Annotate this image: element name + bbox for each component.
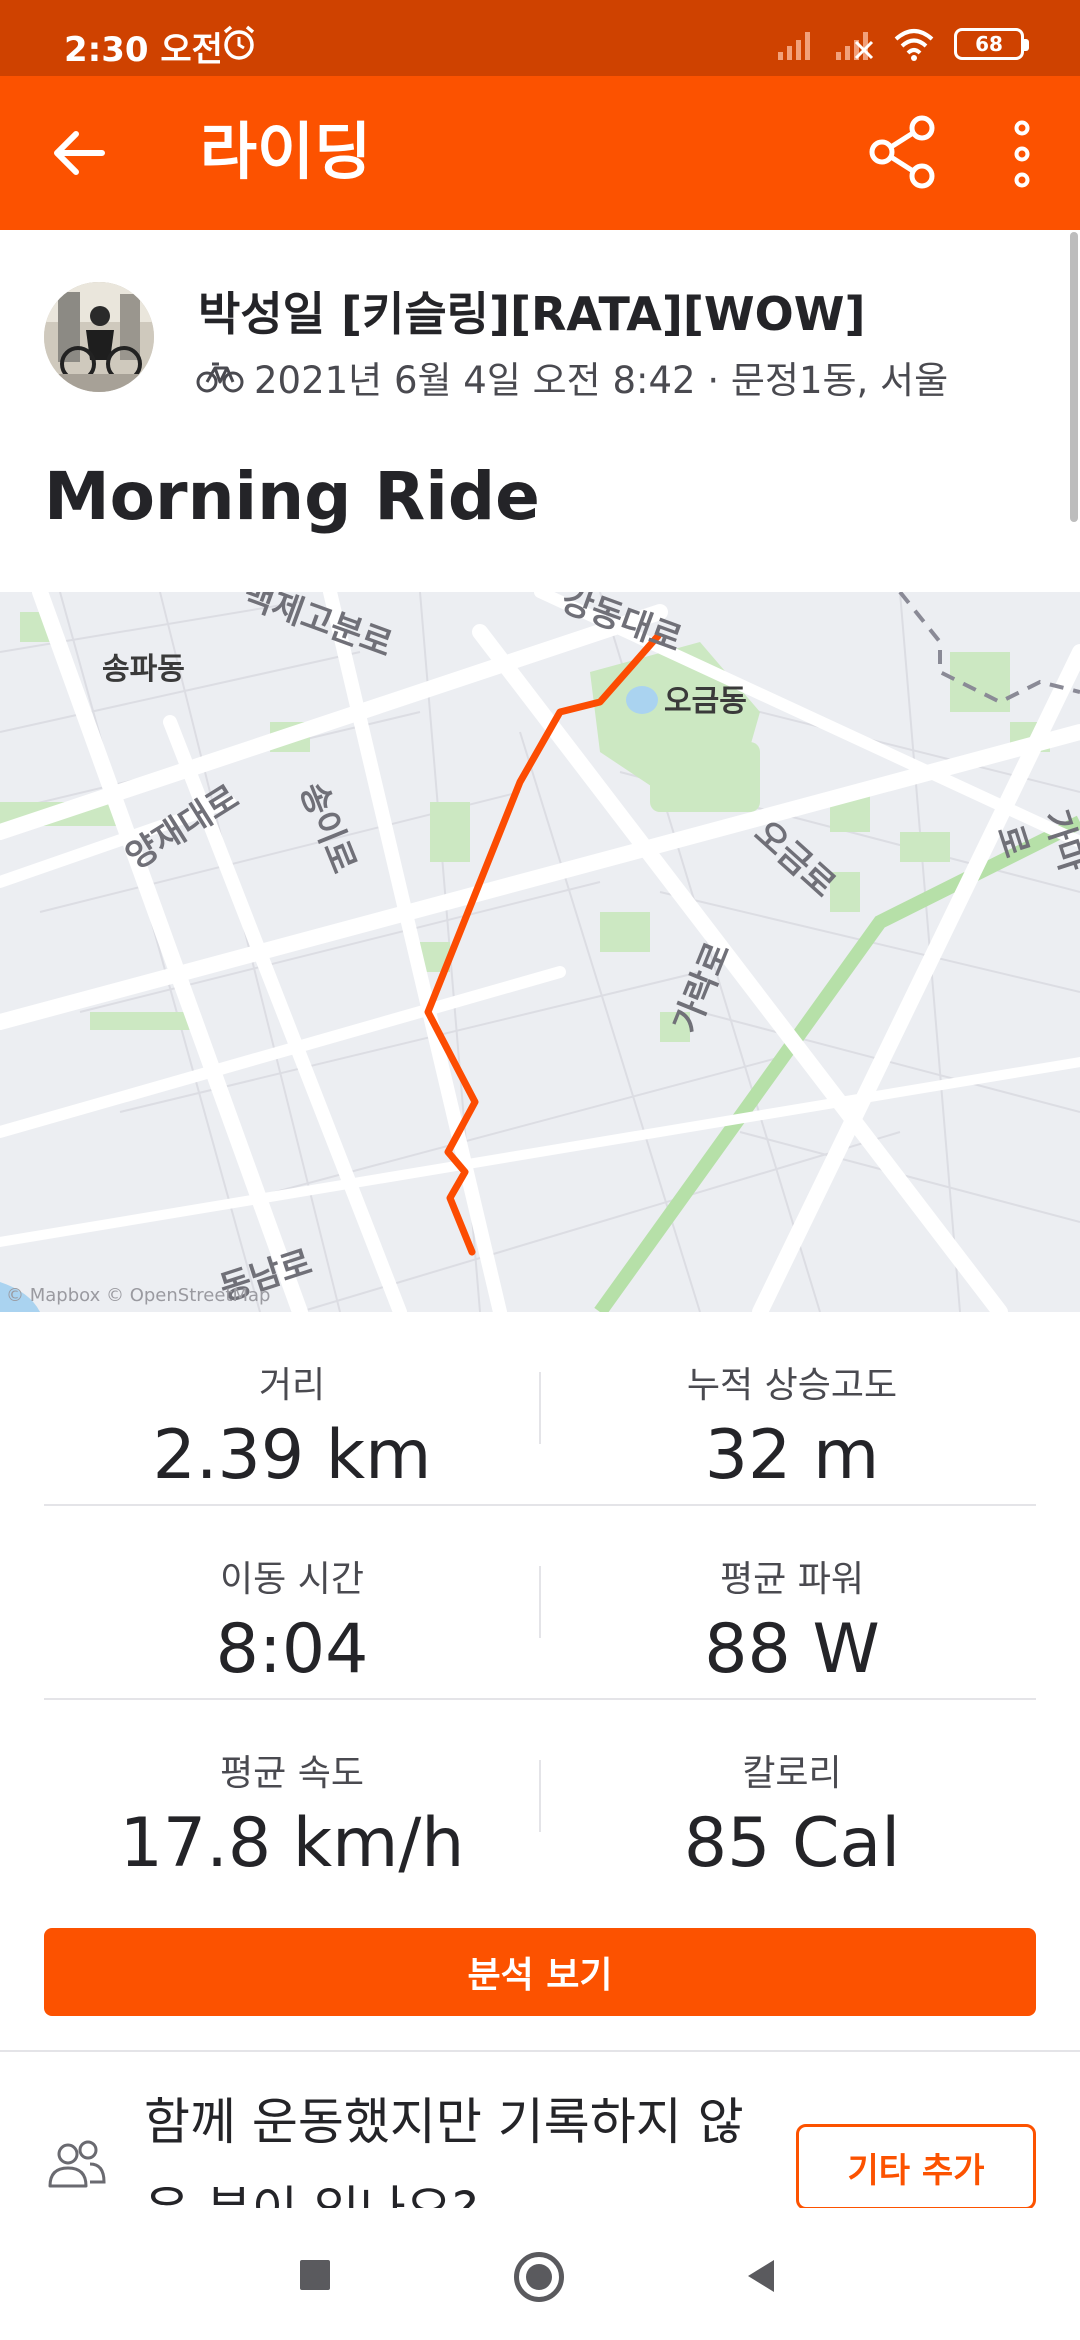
avatar-photo bbox=[44, 282, 154, 392]
add-others-button[interactable]: 기타 추가 bbox=[796, 2124, 1036, 2210]
map-canvas bbox=[0, 592, 1080, 1312]
wifi-icon bbox=[894, 29, 934, 61]
stat-value: 8:04 bbox=[215, 1610, 369, 1689]
share-icon[interactable] bbox=[866, 114, 942, 190]
nav-back-icon[interactable] bbox=[744, 2258, 778, 2294]
stat-divider bbox=[539, 1760, 541, 1832]
app-bar: 라이딩 bbox=[0, 76, 1080, 230]
status-icons: 68 bbox=[776, 26, 1029, 62]
battery-icon: 68 bbox=[954, 28, 1029, 60]
stat-label: 평균 파워 bbox=[720, 1559, 864, 1600]
people-icon bbox=[48, 2140, 106, 2188]
stat-label: 이동 시간 bbox=[220, 1559, 364, 1600]
stat-avg-power: 평균 파워 88 W bbox=[544, 1506, 1040, 1689]
scroll-indicator bbox=[1070, 232, 1078, 522]
signal-off-icon bbox=[836, 32, 874, 60]
signal-icon bbox=[778, 32, 810, 60]
back-arrow-icon[interactable] bbox=[46, 120, 112, 186]
stat-divider bbox=[539, 1566, 541, 1638]
status-bar: 2:30 오전 68 bbox=[0, 0, 1080, 76]
alarm-icon bbox=[223, 25, 255, 60]
battery-level: 68 bbox=[975, 32, 1003, 56]
stat-value: 17.8 km/h bbox=[119, 1804, 465, 1883]
stat-avg-speed: 평균 속도 17.8 km/h bbox=[44, 1700, 540, 1883]
stat-row: 평균 속도 17.8 km/h 칼로리 85 Cal bbox=[44, 1700, 1036, 1894]
stat-distance: 거리 2.39 km bbox=[44, 1312, 540, 1495]
map-label-songpa-dong: 송파동 bbox=[102, 652, 185, 687]
more-vert-icon[interactable] bbox=[1000, 116, 1044, 192]
home-icon[interactable] bbox=[514, 2252, 564, 2302]
stat-moving-time: 이동 시간 8:04 bbox=[44, 1506, 540, 1689]
stat-label: 평균 속도 bbox=[220, 1753, 364, 1794]
system-nav-bar bbox=[0, 2208, 1080, 2340]
stat-row: 이동 시간 8:04 평균 파워 88 W bbox=[44, 1506, 1036, 1700]
bike-icon bbox=[196, 362, 244, 393]
route-map[interactable]: 송파동 오금동 양재대로 송이로 오금로 가락로 동남로 가마로 백제고분로 강… bbox=[0, 592, 1080, 1312]
status-time: 2:30 오전 bbox=[64, 30, 223, 70]
stat-elevation: 누적 상승고도 32 m bbox=[544, 1312, 1040, 1495]
athlete-name[interactable]: 박성일 [키슬링][RATA][WOW] bbox=[198, 278, 866, 344]
stat-divider bbox=[539, 1372, 541, 1444]
recents-icon[interactable] bbox=[300, 2260, 330, 2290]
stat-label: 거리 bbox=[258, 1365, 326, 1406]
stat-value: 2.39 km bbox=[152, 1416, 432, 1495]
activity-meta: 2021년 6월 4일 오전 8:42 · 문정1동, 서울 bbox=[196, 350, 948, 404]
view-analysis-button[interactable]: 분석 보기 bbox=[44, 1928, 1036, 2016]
stat-row: 거리 2.39 km 누적 상승고도 32 m bbox=[44, 1312, 1036, 1506]
activity-title: Morning Ride bbox=[44, 458, 540, 535]
stat-label: 누적 상승고도 bbox=[686, 1365, 898, 1406]
stats-grid: 거리 2.39 km 누적 상승고도 32 m 이동 시간 8:04 평균 파워… bbox=[44, 1312, 1036, 1894]
map-attribution[interactable]: © Mapbox © OpenStreetMap bbox=[6, 1285, 270, 1306]
page-title: 라이딩 bbox=[200, 115, 372, 188]
stat-value: 32 m bbox=[704, 1416, 880, 1495]
activity-date-location: 2021년 6월 4일 오전 8:42 · 문정1동, 서울 bbox=[254, 359, 949, 402]
avatar[interactable] bbox=[44, 282, 154, 392]
stat-value: 85 Cal bbox=[683, 1804, 901, 1883]
stat-calories: 칼로리 85 Cal bbox=[544, 1700, 1040, 1883]
stat-value: 88 W bbox=[704, 1610, 880, 1689]
map-label-ogeum-dong: 오금동 bbox=[664, 684, 747, 719]
divider bbox=[0, 2050, 1080, 2052]
invite-prompt: 함께 운동했지만 기록하지 않은 분이 있나요? bbox=[144, 2093, 744, 2208]
stat-label: 칼로리 bbox=[742, 1753, 842, 1794]
